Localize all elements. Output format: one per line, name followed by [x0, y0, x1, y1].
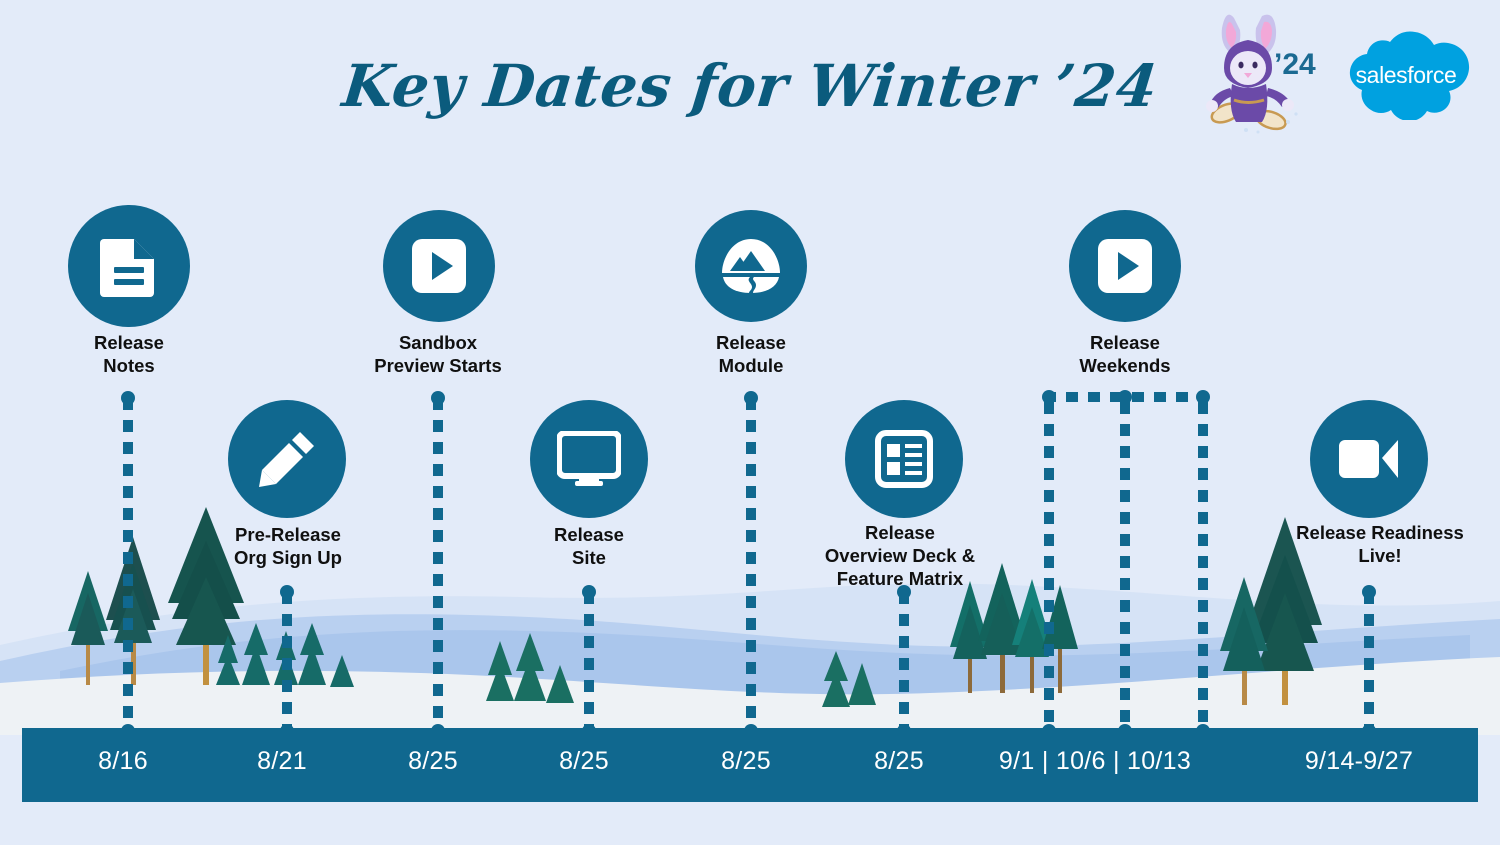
date-label-sandbox-preview: 8/25: [408, 747, 458, 775]
connector-line-release-readiness-live: [1364, 592, 1374, 738]
connector-dot-release-readiness-live: [1362, 585, 1376, 599]
milestone-icon-circle-release-site[interactable]: [530, 400, 648, 518]
connector-dot-pre-release-org: [280, 585, 294, 599]
milestone-label-sandbox-preview: Sandbox Preview Starts: [374, 332, 502, 376]
milestone-icon-circle-release-module[interactable]: [695, 210, 807, 322]
date-label-release-readiness-live: 9/14-9/27: [1304, 747, 1414, 775]
connector-line-release-weekends-1: [1044, 402, 1054, 738]
milestone-icon-circle-release-overview-deck[interactable]: [845, 400, 963, 518]
milestone-label-pre-release-org: Pre-Release Org Sign Up: [234, 524, 342, 568]
salesforce-wordmark: salesforce: [1355, 62, 1457, 88]
milestone-label-release-weekends: Release Weekends: [1079, 332, 1171, 376]
milestone-icon-circle-pre-release-org[interactable]: [228, 400, 346, 518]
document-icon: [100, 239, 154, 297]
connector-dot-release-site: [582, 585, 596, 599]
connector-line-sandbox-preview: [433, 398, 443, 738]
date-label-release-site: 8/25: [559, 747, 609, 775]
brand-logo-group: ’24 salesforce: [1176, 10, 1476, 135]
connector-line-release-module: [746, 398, 756, 738]
connector-line-release-weekends-3: [1198, 402, 1208, 738]
connector-line-release-overview-deck: [899, 592, 909, 738]
milestone-label-release-site: Release Site: [554, 524, 624, 568]
connector-dot-sandbox-preview: [431, 391, 445, 405]
connector-line-release-notes: [123, 398, 133, 738]
timeline-date-bar: 8/16 8/21 8/25 8/25 8/25 8/25 9/1 | 10/6…: [22, 728, 1478, 802]
connector-dot-release-notes: [121, 391, 135, 405]
pencil-icon: [259, 432, 314, 487]
trailhead-badge-icon: [722, 239, 780, 293]
connector-line-pre-release-org: [282, 592, 292, 738]
slide-canvas: Key Dates for Winter ’24 ’24 salesforce …: [0, 0, 1500, 845]
play-video-icon: [412, 239, 466, 293]
milestone-icon-circle-release-notes[interactable]: [68, 205, 190, 327]
milestone-icon-circle-sandbox-preview[interactable]: [383, 210, 495, 322]
release-year-label: ’24: [1274, 48, 1316, 81]
date-label-release-notes: 8/16: [98, 747, 148, 775]
milestone-label-release-module: Release Module: [716, 332, 786, 376]
monitor-icon: [557, 431, 621, 486]
date-label-release-weekends: 9/1 | 10/6 | 10/13: [998, 747, 1192, 775]
milestone-icon-circle-release-weekends[interactable]: [1069, 210, 1181, 322]
date-label-release-module: 8/25: [721, 747, 771, 775]
date-label-release-overview-deck: 8/25: [874, 747, 924, 775]
connector-dot-release-module: [744, 391, 758, 405]
video-camera-icon: [1339, 440, 1398, 478]
play-video-icon: [1098, 239, 1152, 293]
milestone-icon-circle-release-readiness-live[interactable]: [1310, 400, 1428, 518]
date-label-pre-release-org: 8/21: [257, 747, 307, 775]
milestone-label-release-notes: Release Notes: [94, 332, 164, 376]
connector-line-release-weekends-2: [1120, 402, 1130, 738]
milestone-label-release-overview-deck: Release Overview Deck & Feature Matrix: [824, 522, 976, 589]
connector-line-release-site: [584, 592, 594, 738]
article-list-icon: [875, 430, 933, 488]
milestone-label-release-readiness-live: Release Readiness Live!: [1296, 522, 1464, 566]
